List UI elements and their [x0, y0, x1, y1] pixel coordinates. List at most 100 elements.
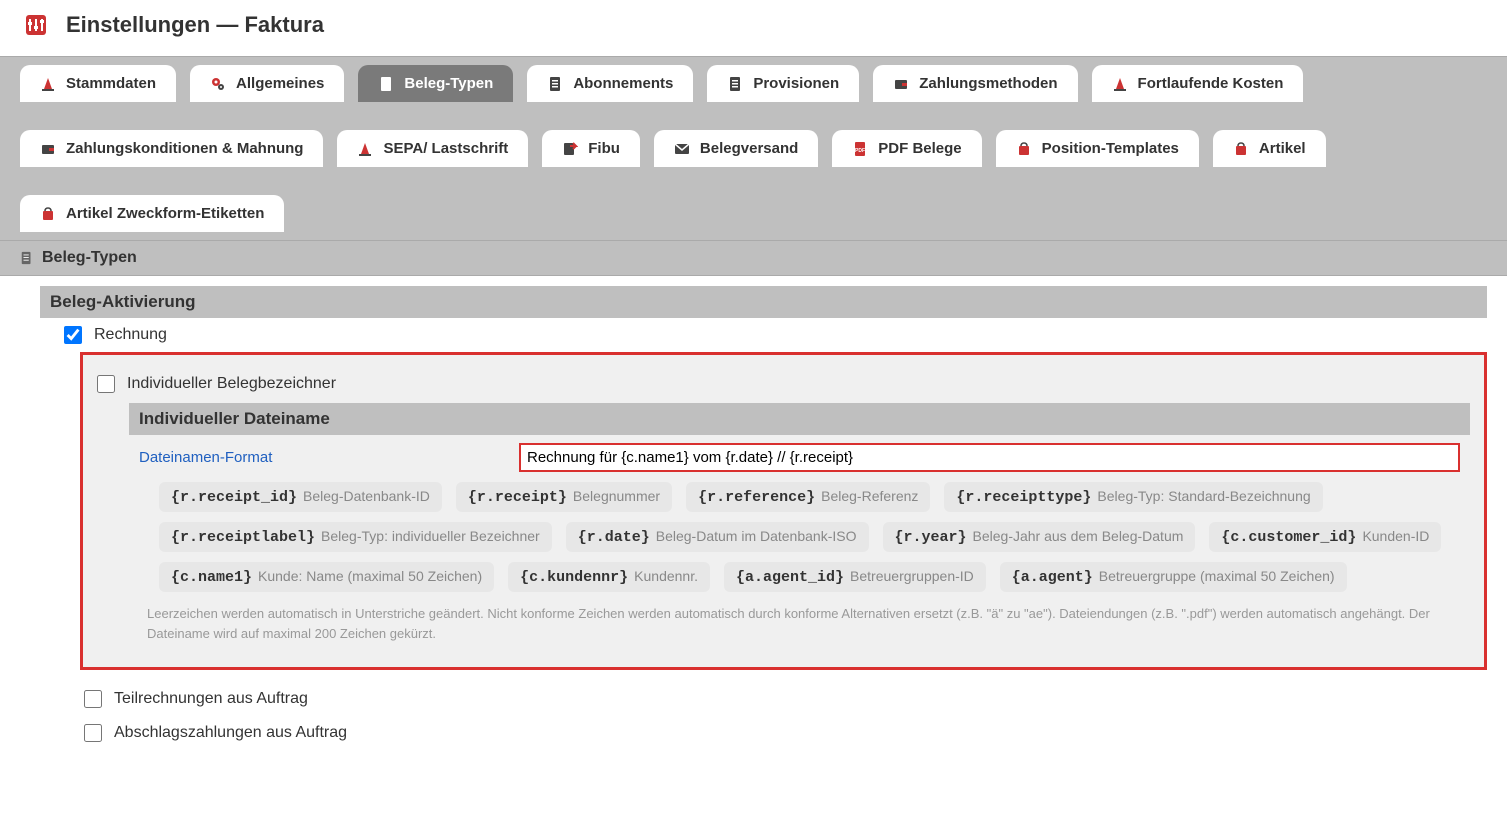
- settings-icon: [24, 13, 48, 37]
- tab-position-templates[interactable]: Position-Templates: [996, 130, 1199, 167]
- individueller-bezeichner-row: Individueller Belegbezeichner: [93, 369, 1474, 403]
- cone-icon: [40, 76, 56, 92]
- tab-stammdaten[interactable]: Stammdaten: [20, 65, 176, 102]
- placeholder-code: {a.agent_id}: [736, 569, 844, 586]
- bag-icon: [1016, 141, 1032, 157]
- placeholder-desc: Beleg-Typ: individueller Bezeichner: [321, 528, 540, 544]
- format-row: Dateinamen-Format: [139, 443, 1460, 472]
- tab-bar: Stammdaten Allgemeines Beleg-Typen Abonneme…: [0, 56, 1507, 241]
- tab-artikel[interactable]: Artikel: [1213, 130, 1326, 167]
- section-header: Beleg-Typen: [0, 241, 1507, 276]
- rechnung-label: Rechnung: [94, 326, 167, 344]
- placeholder-code: {r.receipt}: [468, 489, 567, 506]
- mail-icon: [674, 141, 690, 157]
- doc-icon: [547, 76, 563, 92]
- individueller-bezeichner-checkbox[interactable]: [97, 375, 115, 393]
- placeholder-tag[interactable]: {a.agent} Betreuergruppe (maximal 50 Zeic…: [1000, 562, 1347, 592]
- tab-label: Belegversand: [700, 140, 798, 157]
- placeholder-desc: Beleg-Datenbank-ID: [303, 488, 430, 504]
- tab-sepa-lastschrift[interactable]: SEPA/ Lastschrift: [337, 130, 528, 167]
- tab-label: Beleg-Typen: [404, 75, 493, 92]
- tab-label: Abonnements: [573, 75, 673, 92]
- tab-label: Stammdaten: [66, 75, 156, 92]
- abschlag-label: Abschlagszahlungen aus Auftrag: [114, 724, 347, 742]
- placeholder-code: {r.date}: [578, 529, 650, 546]
- placeholder-code: {r.receipttype}: [956, 489, 1091, 506]
- abschlag-checkbox[interactable]: [84, 724, 102, 742]
- placeholder-desc: Belegnummer: [573, 488, 660, 504]
- export-icon: [562, 141, 578, 157]
- teilrechnungen-checkbox[interactable]: [84, 690, 102, 708]
- after-rows: Teilrechnungen aus Auftrag Abschlagszahl…: [80, 682, 1487, 750]
- tab-zahlungsmethoden[interactable]: Zahlungsmethoden: [873, 65, 1077, 102]
- page-title: Einstellungen — Faktura: [66, 12, 324, 38]
- tab-belegversand[interactable]: Belegversand: [654, 130, 818, 167]
- placeholder-tag[interactable]: {r.date} Beleg-Datum im Datenbank-ISO: [566, 522, 869, 552]
- tab-fibu[interactable]: Fibu: [542, 130, 640, 167]
- doc-icon: [378, 76, 394, 92]
- tab-zahlungskonditionen-mahnung[interactable]: Zahlungskonditionen & Mahnung: [20, 130, 323, 167]
- tab-provisionen[interactable]: Provisionen: [707, 65, 859, 102]
- placeholder-tag[interactable]: {r.receipt} Belegnummer: [456, 482, 672, 512]
- placeholder-tag[interactable]: {c.name1} Kunde: Name (maximal 50 Zeichen…: [159, 562, 494, 592]
- page-header: Einstellungen — Faktura: [0, 0, 1507, 56]
- dateiname-panel-title: Individueller Dateiname: [129, 403, 1470, 435]
- placeholder-tag[interactable]: {c.kundennr} Kundennr.: [508, 562, 710, 592]
- placeholder-desc: Kundennr.: [634, 568, 698, 584]
- placeholder-tag[interactable]: {a.agent_id} Betreuergruppen-ID: [724, 562, 986, 592]
- placeholder-tag[interactable]: {c.customer_id} Kunden-ID: [1209, 522, 1441, 552]
- tab-allgemeines[interactable]: Allgemeines: [190, 65, 344, 102]
- placeholder-tag[interactable]: {r.reference}Beleg-Referenz: [686, 482, 930, 512]
- panel-title: Beleg-Aktivierung: [40, 286, 1487, 318]
- rechnung-row: Rechnung: [40, 318, 1487, 352]
- cone-icon: [357, 141, 373, 157]
- placeholder-tag[interactable]: {r.receiptlabel} Beleg-Typ: individueller…: [159, 522, 552, 552]
- wallet-icon: [40, 141, 56, 157]
- tab-label: Artikel: [1259, 140, 1306, 157]
- placeholder-code: {c.customer_id}: [1221, 529, 1356, 546]
- placeholder-code: {a.agent}: [1012, 569, 1093, 586]
- teilrechnungen-row: Teilrechnungen aus Auftrag: [80, 682, 1487, 716]
- highlight-box: Individueller Belegbezeichner Individuel…: [80, 352, 1487, 670]
- tab-fortlaufende-kosten[interactable]: Fortlaufende Kosten: [1092, 65, 1304, 102]
- placeholder-desc: Betreuergruppen-ID: [850, 568, 974, 584]
- dateiname-panel-body: Dateinamen-Format {r.receipt_id} Beleg-Da…: [129, 435, 1470, 653]
- placeholder-desc: Kunden-ID: [1362, 528, 1429, 544]
- placeholder-desc: Beleg-Referenz: [821, 488, 918, 504]
- content-area: Beleg-Aktivierung Rechnung Individueller…: [0, 286, 1507, 780]
- placeholder-tag[interactable]: {r.year} Beleg-Jahr aus dem Beleg-Datum: [883, 522, 1196, 552]
- bag-icon: [1233, 141, 1249, 157]
- placeholder-code: {c.name1}: [171, 569, 252, 586]
- tab-abonnements[interactable]: Abonnements: [527, 65, 693, 102]
- tab-label: Zahlungsmethoden: [919, 75, 1057, 92]
- tab-label: PDF Belege: [878, 140, 961, 157]
- rechnung-checkbox[interactable]: [64, 326, 82, 344]
- doc-icon: [20, 251, 34, 265]
- placeholder-desc: Betreuergruppe (maximal 50 Zeichen): [1099, 568, 1335, 584]
- tab-label: Zahlungskonditionen & Mahnung: [66, 140, 303, 157]
- placeholder-tag[interactable]: {r.receipttype}Beleg-Typ: Standard-Bezei…: [944, 482, 1322, 512]
- doc-icon: [727, 76, 743, 92]
- placeholder-code: {r.receiptlabel}: [171, 529, 315, 546]
- tab-label: Artikel Zweckform-Etiketten: [66, 205, 264, 222]
- tab-label: Fibu: [588, 140, 620, 157]
- placeholder-code: {r.year}: [895, 529, 967, 546]
- tab-pdf-belege[interactable]: PDF PDF Belege: [832, 130, 981, 167]
- placeholder-desc: Kunde: Name (maximal 50 Zeichen): [258, 568, 482, 584]
- tab-artikel-zweckform-etiketten[interactable]: Artikel Zweckform-Etiketten: [20, 195, 284, 232]
- gears-icon: [210, 76, 226, 92]
- placeholder-desc: Beleg-Datum im Datenbank-ISO: [656, 528, 857, 544]
- placeholder-desc: Beleg-Jahr aus dem Beleg-Datum: [973, 528, 1184, 544]
- abschlag-row: Abschlagszahlungen aus Auftrag: [80, 716, 1487, 750]
- placeholder-code: {c.kundennr}: [520, 569, 628, 586]
- pdf-icon: PDF: [852, 141, 868, 157]
- format-label: Dateinamen-Format: [139, 449, 519, 466]
- bag-icon: [40, 206, 56, 222]
- tab-label: Fortlaufende Kosten: [1138, 75, 1284, 92]
- tab-beleg-typen[interactable]: Beleg-Typen: [358, 65, 513, 102]
- tab-label: Position-Templates: [1042, 140, 1179, 157]
- hint-text: Leerzeichen werden automatisch in Unters…: [147, 604, 1452, 643]
- placeholder-code: {r.receipt_id}: [171, 489, 297, 506]
- format-input[interactable]: [519, 443, 1460, 472]
- placeholder-tag[interactable]: {r.receipt_id} Beleg-Datenbank-ID: [159, 482, 442, 512]
